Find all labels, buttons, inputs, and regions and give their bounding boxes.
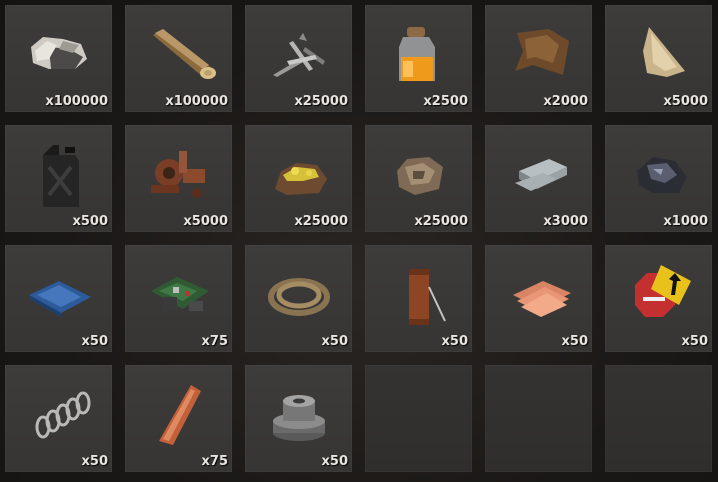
item-quantity: x5000 <box>663 94 708 109</box>
item-quantity: x2500 <box>423 94 468 109</box>
item-quantity: x75 <box>201 334 228 349</box>
inventory-slot-low-grade-fuel[interactable]: x2500 <box>365 5 472 112</box>
item-quantity: x5000 <box>183 214 228 229</box>
inventory-slot-empty[interactable] <box>365 365 472 472</box>
inventory-slot-jerry-can[interactable]: x500 <box>5 125 112 232</box>
fuel-jar-icon <box>373 11 463 89</box>
gears-icon <box>253 371 343 449</box>
inventory-grid: x100000 x100000 x25000 x2500 x2000 x5000… <box>5 5 712 472</box>
item-quantity: x25000 <box>414 214 468 229</box>
inventory-slot-tech-trash[interactable]: x75 <box>125 245 232 352</box>
scrap-pile-icon <box>133 131 223 209</box>
inventory-slot-sewing-kit[interactable]: x50 <box>365 245 472 352</box>
sulfur-ore-icon <box>253 131 343 209</box>
inventory-slot-metal-fragments[interactable]: x25000 <box>245 5 352 112</box>
item-quantity: x50 <box>321 454 348 469</box>
inventory-slot-tarp[interactable]: x50 <box>5 245 112 352</box>
inventory-slot-metal-spring[interactable]: x50 <box>5 365 112 472</box>
item-quantity: x50 <box>321 334 348 349</box>
inventory-slot-empty[interactable] <box>605 365 712 472</box>
item-quantity: x25000 <box>294 94 348 109</box>
item-quantity: x25000 <box>294 214 348 229</box>
inventory-slot-gears[interactable]: x50 <box>245 365 352 472</box>
tarp-icon <box>13 251 103 329</box>
sheet-metal-icon <box>493 251 583 329</box>
road-sign-icon <box>613 251 703 329</box>
inventory-slot-metal-ore[interactable]: x25000 <box>365 125 472 232</box>
inventory-slot-empty[interactable] <box>485 365 592 472</box>
item-quantity: x50 <box>441 334 468 349</box>
item-quantity: x500 <box>72 214 108 229</box>
jerry-can-icon <box>13 131 103 209</box>
leather-icon <box>493 11 583 89</box>
inventory-slot-scrap[interactable]: x5000 <box>125 125 232 232</box>
charcoal-icon <box>613 131 703 209</box>
sewing-kit-icon <box>373 251 463 329</box>
item-quantity: x2000 <box>543 94 588 109</box>
hqm-ingot-icon <box>493 131 583 209</box>
item-quantity: x3000 <box>543 214 588 229</box>
inventory-slot-leather[interactable]: x2000 <box>485 5 592 112</box>
metal-fragments-icon <box>253 11 343 89</box>
metal-blade-icon <box>133 371 223 449</box>
inventory-slot-sulfur-ore[interactable]: x25000 <box>245 125 352 232</box>
cloth-icon <box>613 11 703 89</box>
item-quantity: x1000 <box>663 214 708 229</box>
stone-icon <box>13 11 103 89</box>
inventory-slot-charcoal[interactable]: x1000 <box>605 125 712 232</box>
inventory-slot-road-signs[interactable]: x50 <box>605 245 712 352</box>
item-quantity: x50 <box>81 454 108 469</box>
item-quantity: x100000 <box>45 94 108 109</box>
wood-log-icon <box>133 11 223 89</box>
item-quantity: x50 <box>561 334 588 349</box>
inventory-slot-metal-blade[interactable]: x75 <box>125 365 232 472</box>
item-quantity: x50 <box>81 334 108 349</box>
metal-ore-icon <box>373 131 463 209</box>
inventory-slot-stones[interactable]: x100000 <box>5 5 112 112</box>
inventory-slot-sheet-metal[interactable]: x50 <box>485 245 592 352</box>
inventory-slot-cloth[interactable]: x5000 <box>605 5 712 112</box>
spring-icon <box>13 371 103 449</box>
inventory-slot-rope[interactable]: x50 <box>245 245 352 352</box>
inventory-slot-hqm[interactable]: x3000 <box>485 125 592 232</box>
item-quantity: x50 <box>681 334 708 349</box>
item-quantity: x75 <box>201 454 228 469</box>
rope-icon <box>253 251 343 329</box>
inventory-slot-wood[interactable]: x100000 <box>125 5 232 112</box>
tech-trash-icon <box>133 251 223 329</box>
item-quantity: x100000 <box>165 94 228 109</box>
